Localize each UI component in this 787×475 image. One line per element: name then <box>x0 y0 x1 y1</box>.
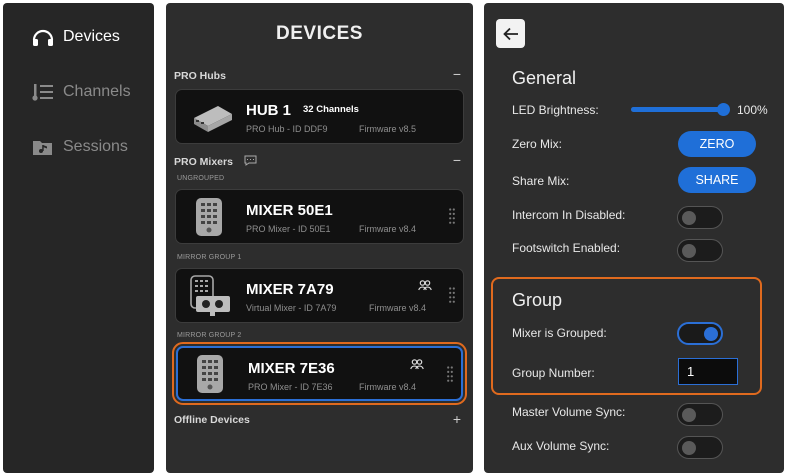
device-name: MIXER 50E1 <box>246 202 333 219</box>
led-brightness-slider[interactable] <box>631 103 730 116</box>
firmware-version: Firmware v8.4 <box>359 382 417 392</box>
toggle-knob <box>682 211 696 225</box>
nav-item-label: Devices <box>63 28 120 45</box>
group-section-title: Group <box>512 290 563 310</box>
zero-mix-label: Zero Mix: <box>512 137 563 151</box>
hub-device-icon <box>194 106 232 132</box>
nav-sidebar: Devices Channels Sessions <box>3 3 154 473</box>
mixer-grouped-label: Mixer is Grouped: <box>512 326 607 340</box>
aux-volume-sync-label: Aux Volume Sync: <box>512 439 610 453</box>
intercom-disabled-toggle[interactable] <box>677 206 723 229</box>
device-name: MIXER 7E36 <box>248 360 335 377</box>
group-icon <box>410 359 424 370</box>
led-brightness-value: 100% <box>737 103 768 117</box>
footswitch-enabled-toggle[interactable] <box>677 239 723 262</box>
nav-item-label: Sessions <box>63 138 128 155</box>
master-volume-sync-toggle[interactable] <box>677 403 723 426</box>
nav-item-sessions[interactable]: Sessions <box>31 137 128 157</box>
arrow-left-icon <box>502 27 518 40</box>
mixer-card[interactable]: MIXER 50E1 PRO Mixer - ID 50E1 Firmware … <box>175 189 464 244</box>
hub-card[interactable]: HUB 1 32 Channels PRO Hub - ID DDF9 Firm… <box>175 89 464 144</box>
mixer-device-icon <box>197 355 223 393</box>
group-icon <box>418 280 432 291</box>
toggle-knob <box>682 441 696 455</box>
music-folder-icon <box>33 141 52 155</box>
back-button[interactable] <box>496 19 525 48</box>
share-mix-label: Share Mix: <box>512 174 570 188</box>
slider-knob[interactable] <box>716 103 730 116</box>
toggle-knob <box>704 327 718 341</box>
share-button[interactable]: SHARE <box>678 167 756 193</box>
virtual-mixer-icon <box>190 275 230 316</box>
toggle-knob <box>682 408 696 422</box>
device-name: HUB 1 <box>246 102 292 119</box>
mixer-card[interactable]: MIXER 7A79 Virtual Mixer - ID 7A79 Firmw… <box>175 268 464 323</box>
firmware-version: Firmware v8.4 <box>359 224 417 234</box>
group-number-input[interactable]: 1 <box>678 358 738 385</box>
firmware-version: Firmware v8.5 <box>359 124 417 134</box>
ungrouped-label: UNGROUPED <box>177 175 225 182</box>
channels-list-icon <box>32 84 53 101</box>
group-number-label: Group Number: <box>512 366 595 380</box>
footswitch-enabled-label: Footswitch Enabled: <box>512 241 621 255</box>
drag-handle-icon[interactable] <box>449 287 455 304</box>
mixer-device-icon <box>196 198 222 236</box>
offline-devices-label: Offline Devices <box>174 414 250 426</box>
pro-mixers-label: PRO Mixers <box>174 156 233 168</box>
general-section-title: General <box>512 68 577 88</box>
devices-panel: DEVICES PRO Hubs − HUB 1 32 Channels PRO… <box>166 3 473 473</box>
device-id: PRO Mixer - ID 50E1 <box>246 224 331 234</box>
settings-panel: General LED Brightness: 100% Zero Mix: Z… <box>484 3 784 473</box>
mirror-group-1-label: MIRROR GROUP 1 <box>177 254 242 261</box>
drag-handle-icon[interactable] <box>447 366 453 383</box>
pro-hubs-label: PRO Hubs <box>174 70 226 82</box>
nav-item-devices[interactable]: Devices <box>31 27 120 47</box>
firmware-version: Firmware v8.4 <box>369 303 427 313</box>
device-id: PRO Mixer - ID 7E36 <box>248 382 333 392</box>
message-icon[interactable] <box>244 155 257 166</box>
nav-item-channels[interactable]: Channels <box>31 82 131 102</box>
drag-handle-icon[interactable] <box>449 208 455 225</box>
mixer-grouped-toggle[interactable] <box>677 322 723 345</box>
page-title: DEVICES <box>276 23 363 44</box>
device-id: Virtual Mixer - ID 7A79 <box>246 303 337 313</box>
collapse-mixers-button[interactable]: − <box>453 152 461 168</box>
intercom-disabled-label: Intercom In Disabled: <box>512 208 626 222</box>
mixer-card-selected[interactable]: MIXER 7E36 PRO Mixer - ID 7E36 Firmware … <box>172 342 467 405</box>
channel-count: 32 Channels <box>303 104 359 115</box>
master-volume-sync-label: Master Volume Sync: <box>512 405 626 419</box>
headphones-icon <box>32 29 54 46</box>
slider-fill <box>631 107 723 112</box>
toggle-knob <box>682 244 696 258</box>
led-brightness-label: LED Brightness: <box>512 103 599 117</box>
device-name: MIXER 7A79 <box>246 281 334 298</box>
device-id: PRO Hub - ID DDF9 <box>246 124 328 134</box>
mirror-group-2-label: MIRROR GROUP 2 <box>177 332 242 339</box>
zero-button[interactable]: ZERO <box>678 131 756 157</box>
expand-offline-button[interactable]: + <box>453 411 461 427</box>
nav-item-label: Channels <box>63 83 131 100</box>
aux-volume-sync-toggle[interactable] <box>677 436 723 459</box>
collapse-hubs-button[interactable]: − <box>453 66 461 82</box>
